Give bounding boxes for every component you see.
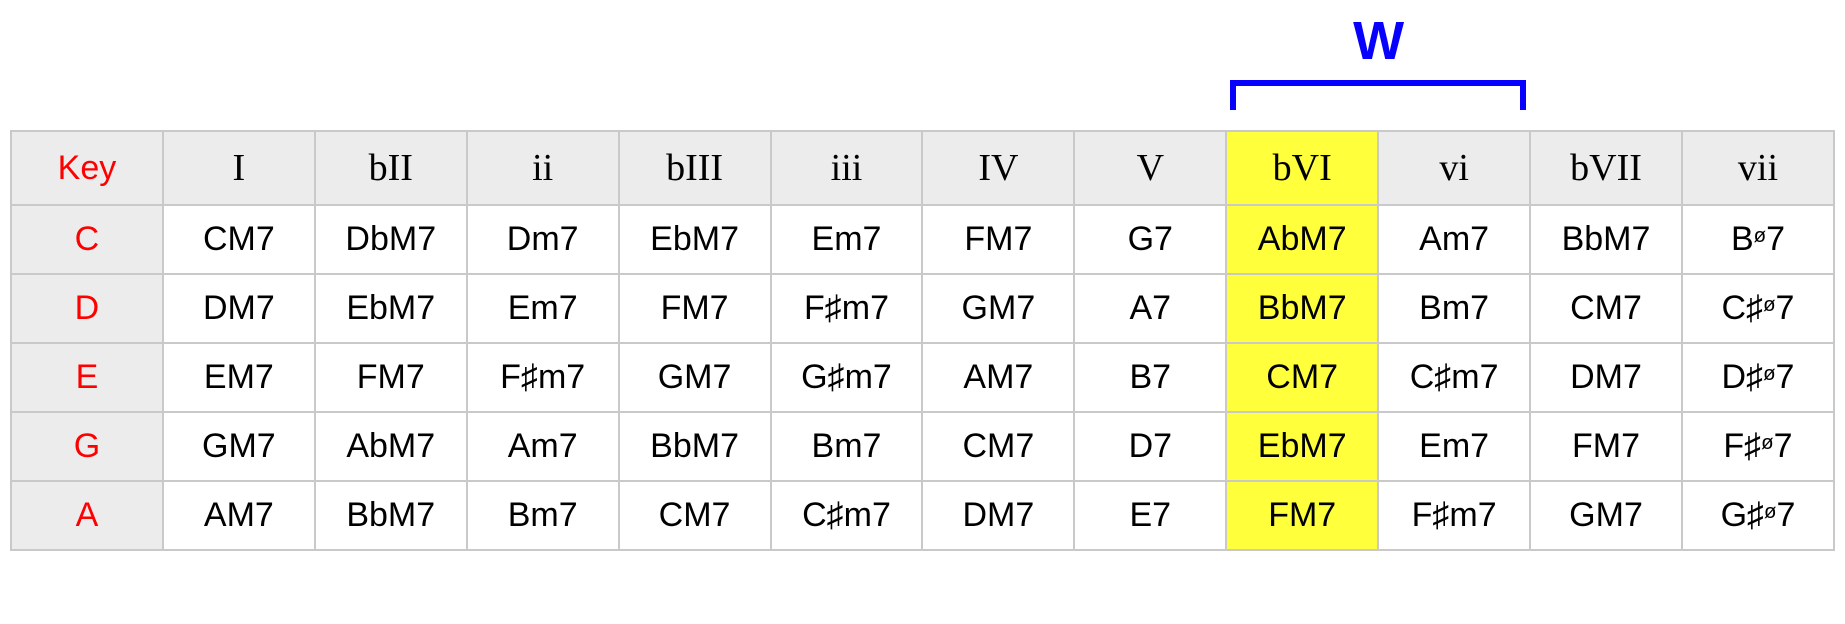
chord-cell: GM7 (922, 274, 1074, 343)
key-cell: A (11, 481, 163, 550)
chord-cell: F♯m7 (771, 274, 923, 343)
header-bII: bII (315, 131, 467, 205)
chord-cell: F♯m7 (467, 343, 619, 412)
chord-cell: BbM7 (315, 481, 467, 550)
chord-cell: D♯ø7 (1682, 343, 1834, 412)
table-row: GGM7AbM7Am7BbM7Bm7CM7D7EbM7Em7FM7F♯ø7 (11, 412, 1834, 481)
chord-cell: DM7 (1530, 343, 1682, 412)
header-IV: IV (922, 131, 1074, 205)
chord-cell: AM7 (163, 481, 315, 550)
chord-cell: FM7 (315, 343, 467, 412)
chord-cell: B7 (1074, 343, 1226, 412)
chord-cell: AbM7 (1226, 205, 1378, 274)
chord-cell: Am7 (1378, 205, 1530, 274)
chord-table: Key I bII ii bIII iii IV V bVI vi bVII v… (10, 130, 1835, 551)
header-ii: ii (467, 131, 619, 205)
header-vi: vi (1378, 131, 1530, 205)
chord-cell: DM7 (922, 481, 1074, 550)
table-row: DDM7EbM7Em7FM7F♯m7GM7A7BbM7Bm7CM7C♯ø7 (11, 274, 1834, 343)
chord-cell: Bø7 (1682, 205, 1834, 274)
chord-cell: EM7 (163, 343, 315, 412)
header-bVI: bVI (1226, 131, 1378, 205)
chord-cell: GM7 (163, 412, 315, 481)
chord-cell: A7 (1074, 274, 1226, 343)
chord-cell: Bm7 (1378, 274, 1530, 343)
chord-cell: CM7 (922, 412, 1074, 481)
annotation-area: W (10, 10, 1835, 130)
chord-cell: FM7 (1530, 412, 1682, 481)
table-body: CCM7DbM7Dm7EbM7Em7FM7G7AbM7Am7BbM7Bø7DDM… (11, 205, 1834, 550)
chord-cell: D7 (1074, 412, 1226, 481)
table-row: CCM7DbM7Dm7EbM7Em7FM7G7AbM7Am7BbM7Bø7 (11, 205, 1834, 274)
w-label: W (1353, 10, 1404, 72)
chord-cell: Em7 (467, 274, 619, 343)
chord-cell: Dm7 (467, 205, 619, 274)
chord-cell: E7 (1074, 481, 1226, 550)
key-cell: C (11, 205, 163, 274)
chord-cell: Bm7 (467, 481, 619, 550)
header-row: Key I bII ii bIII iii IV V bVI vi bVII v… (11, 131, 1834, 205)
chord-cell: G7 (1074, 205, 1226, 274)
header-bVII: bVII (1530, 131, 1682, 205)
chord-cell: CM7 (163, 205, 315, 274)
chord-cell: EbM7 (315, 274, 467, 343)
chord-cell: F♯m7 (1378, 481, 1530, 550)
chord-cell: BbM7 (619, 412, 771, 481)
chord-cell: Em7 (1378, 412, 1530, 481)
chord-cell: G♯m7 (771, 343, 923, 412)
chord-cell: DbM7 (315, 205, 467, 274)
chord-cell: FM7 (619, 274, 771, 343)
chord-cell: EbM7 (619, 205, 771, 274)
chord-cell: DM7 (163, 274, 315, 343)
chord-cell: C♯m7 (771, 481, 923, 550)
key-cell: D (11, 274, 163, 343)
chord-table-wrap: W Key I bII ii bIII iii IV V bVI vi bVII… (10, 10, 1835, 551)
chord-cell: AM7 (922, 343, 1074, 412)
chord-cell: FM7 (1226, 481, 1378, 550)
chord-cell: EbM7 (1226, 412, 1378, 481)
chord-cell: Am7 (467, 412, 619, 481)
chord-cell: Em7 (771, 205, 923, 274)
key-cell: E (11, 343, 163, 412)
table-row: AAM7BbM7Bm7CM7C♯m7DM7E7FM7F♯m7GM7G♯ø7 (11, 481, 1834, 550)
header-I: I (163, 131, 315, 205)
header-key: Key (11, 131, 163, 205)
chord-cell: AbM7 (315, 412, 467, 481)
header-iii: iii (771, 131, 923, 205)
chord-cell: BbM7 (1226, 274, 1378, 343)
chord-cell: GM7 (619, 343, 771, 412)
chord-cell: C♯m7 (1378, 343, 1530, 412)
key-cell: G (11, 412, 163, 481)
chord-cell: FM7 (922, 205, 1074, 274)
header-bIII: bIII (619, 131, 771, 205)
chord-cell: G♯ø7 (1682, 481, 1834, 550)
chord-cell: CM7 (1226, 343, 1378, 412)
header-V: V (1074, 131, 1226, 205)
chord-cell: Bm7 (771, 412, 923, 481)
chord-cell: C♯ø7 (1682, 274, 1834, 343)
chord-cell: BbM7 (1530, 205, 1682, 274)
table-row: EEM7FM7F♯m7GM7G♯m7AM7B7CM7C♯m7DM7D♯ø7 (11, 343, 1834, 412)
chord-cell: CM7 (619, 481, 771, 550)
w-bracket (1230, 80, 1526, 110)
chord-cell: CM7 (1530, 274, 1682, 343)
chord-cell: F♯ø7 (1682, 412, 1834, 481)
header-vii: vii (1682, 131, 1834, 205)
chord-cell: GM7 (1530, 481, 1682, 550)
